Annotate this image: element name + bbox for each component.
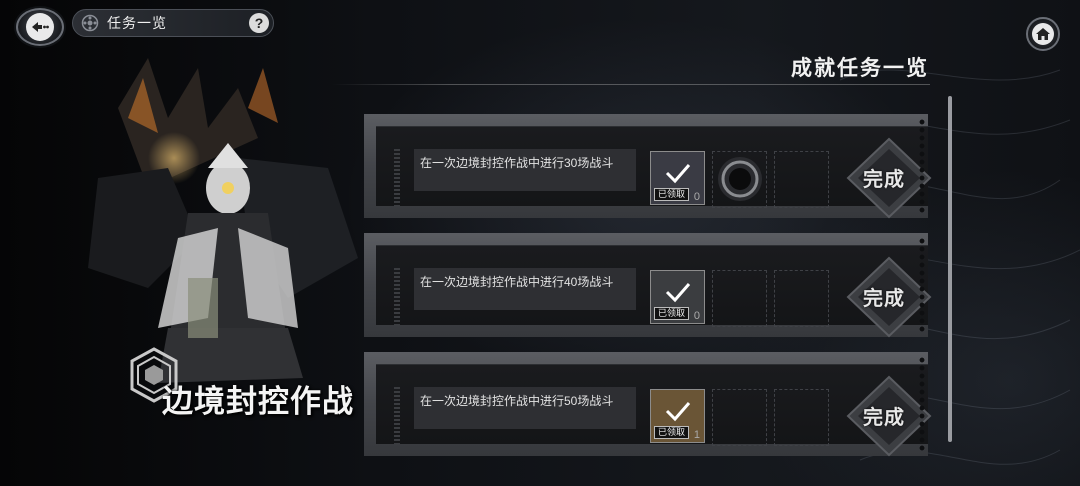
reward-item[interactable]: 已领取 0 <box>650 270 705 324</box>
reward-count: 0 <box>693 191 700 203</box>
ticket-perforation <box>918 356 926 452</box>
checkmark-icon <box>665 402 691 422</box>
back-button[interactable] <box>16 8 64 46</box>
grip-icon <box>394 149 400 209</box>
claimed-badge: 已领取 <box>654 188 690 201</box>
home-button[interactable] <box>1026 17 1060 51</box>
home-icon <box>1032 23 1054 45</box>
page-title: 任务一览 <box>107 15 167 31</box>
scrollbar[interactable] <box>948 96 952 442</box>
reward-item[interactable]: 已领取 0 <box>650 151 705 205</box>
reward-slot <box>774 270 829 327</box>
grip-icon <box>394 268 400 328</box>
checkmark-icon <box>665 283 691 303</box>
back-arrow-icon <box>26 13 54 41</box>
complete-label: 完成 <box>863 286 905 310</box>
ticket-perforation <box>918 237 926 333</box>
task-card: 在一次边境封控作战中进行30场战斗 已领取 0 完成 <box>364 114 932 219</box>
dark-ring-icon <box>718 157 762 201</box>
reward-item[interactable]: 已领取 1 <box>650 389 705 443</box>
complete-label: 完成 <box>863 405 905 429</box>
divider <box>332 84 930 85</box>
task-description: 在一次边境封控作战中进行30场战斗 <box>414 149 636 191</box>
task-description: 在一次边境封控作战中进行40场战斗 <box>414 268 636 310</box>
help-button[interactable]: ? <box>249 13 269 33</box>
ticket-perforation <box>918 118 926 214</box>
task-card-body: 在一次边境封控作战中进行50场战斗 已领取 1 完成 <box>376 364 932 457</box>
checkmark-icon <box>665 164 691 184</box>
reward-count: 1 <box>693 429 700 441</box>
grip-icon <box>394 387 400 447</box>
reward-slot <box>774 389 829 446</box>
task-card: 在一次边境封控作战中进行50场战斗 已领取 1 完成 <box>364 352 932 457</box>
reward-slot <box>774 151 829 208</box>
event-title: 边境封控作战 <box>162 384 354 420</box>
task-description: 在一次边境封控作战中进行50场战斗 <box>414 387 636 429</box>
gear-icon <box>81 14 99 32</box>
reward-slot <box>712 270 767 327</box>
claimed-badge: 已领取 <box>654 307 690 320</box>
reward-slot <box>712 151 767 208</box>
claimed-badge: 已领取 <box>654 426 690 439</box>
scrollbar-thumb[interactable] <box>948 96 952 442</box>
title-bar: 任务一览 ? <box>72 9 274 37</box>
task-card-body: 在一次边境封控作战中进行40场战斗 已领取 0 完成 <box>376 245 932 338</box>
complete-label: 完成 <box>863 167 905 191</box>
task-card: 在一次边境封控作战中进行40场战斗 已领取 0 完成 <box>364 233 932 338</box>
task-card-body: 在一次边境封控作战中进行30场战斗 已领取 0 完成 <box>376 126 932 219</box>
panel-title: 成就任务一览 <box>791 55 929 80</box>
reward-slot <box>712 389 767 446</box>
reward-count: 0 <box>693 310 700 322</box>
